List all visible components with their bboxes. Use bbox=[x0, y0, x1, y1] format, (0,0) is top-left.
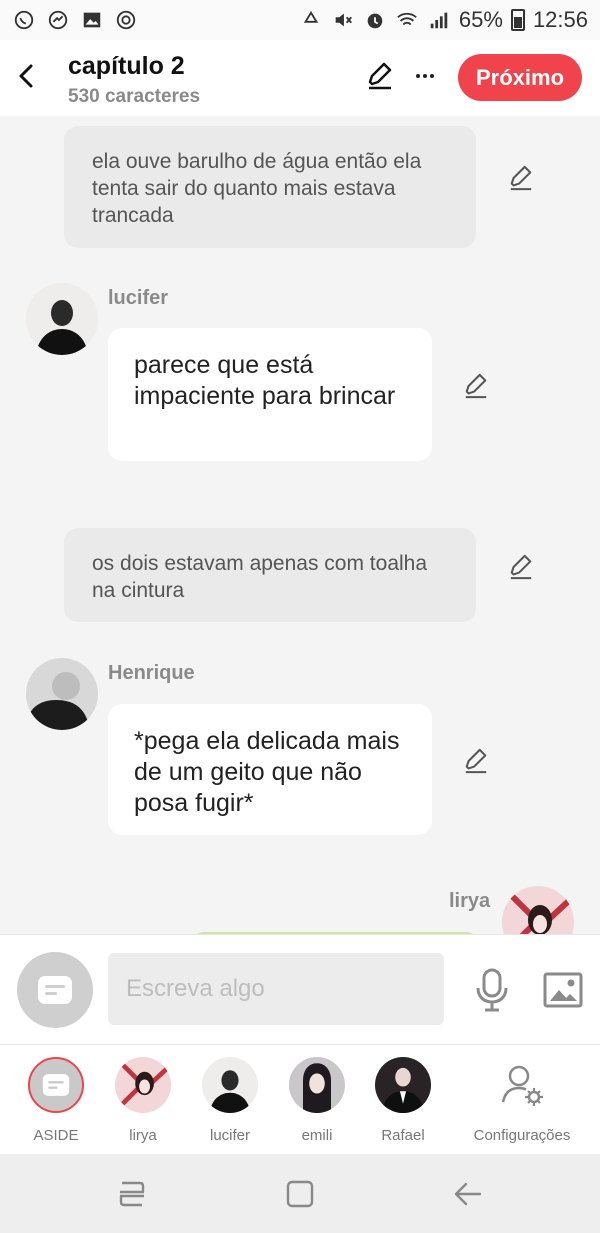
settings-button[interactable]: Configurações bbox=[472, 1057, 572, 1144]
character-label: lirya bbox=[129, 1127, 157, 1144]
message-input[interactable] bbox=[108, 953, 444, 1025]
narration-bubble[interactable]: ela ouve barulho de água então ela tenta… bbox=[64, 126, 476, 248]
chat-area[interactable]: ela ouve barulho de água então ela tenta… bbox=[0, 116, 600, 934]
character-portrait bbox=[26, 658, 98, 730]
character-portrait bbox=[502, 886, 574, 934]
battery-percent: 65% bbox=[458, 7, 503, 32]
aside-toggle-button[interactable] bbox=[17, 952, 93, 1028]
avatar-lucifer[interactable] bbox=[26, 283, 98, 355]
character-selector: ASIDE lirya lucifer emili Rafael Configu… bbox=[0, 1044, 600, 1154]
character-label: ASIDE bbox=[33, 1127, 79, 1144]
back-arrow-icon bbox=[454, 1182, 482, 1206]
microphone-icon bbox=[476, 968, 508, 1012]
character-label: lucifer bbox=[209, 1127, 250, 1144]
image-icon bbox=[543, 972, 583, 1008]
avatar bbox=[375, 1057, 431, 1113]
pencil-icon bbox=[368, 62, 392, 90]
dot-icon bbox=[423, 74, 427, 78]
microphone-button[interactable] bbox=[472, 967, 512, 1013]
aside-avatar bbox=[28, 1057, 84, 1113]
clock: 12:56 bbox=[532, 7, 588, 32]
settings-user-gear-icon bbox=[494, 1057, 550, 1113]
avatar-henrique[interactable] bbox=[26, 658, 98, 730]
messenger-icon bbox=[46, 8, 70, 32]
home-button[interactable] bbox=[280, 1176, 320, 1212]
gallery-icon bbox=[80, 8, 104, 32]
home-icon bbox=[286, 1180, 314, 1208]
whatsapp-icon bbox=[12, 8, 36, 32]
edit-title-button[interactable] bbox=[364, 60, 396, 92]
system-nav-bar bbox=[0, 1154, 600, 1233]
edit-message-button[interactable] bbox=[462, 747, 490, 775]
avatar bbox=[289, 1057, 345, 1113]
nav-back-button[interactable] bbox=[448, 1176, 488, 1212]
chevron-left-icon bbox=[19, 64, 33, 88]
character-label: Rafael bbox=[381, 1127, 425, 1144]
pencil-icon bbox=[510, 554, 532, 580]
dot-icon bbox=[430, 74, 434, 78]
avatar-lirya[interactable] bbox=[502, 886, 574, 934]
status-bar: 65% 12:56 bbox=[0, 0, 600, 40]
recent-apps-button[interactable] bbox=[112, 1176, 152, 1212]
next-button[interactable]: Próximo bbox=[458, 54, 582, 101]
edit-message-button[interactable] bbox=[462, 372, 490, 400]
back-button[interactable] bbox=[12, 58, 42, 94]
character-count: 530 caracteres bbox=[68, 86, 201, 107]
pencil-icon bbox=[465, 373, 487, 399]
page-title: capítulo 2 bbox=[68, 52, 185, 80]
sync-icon bbox=[114, 8, 138, 32]
avatar bbox=[202, 1057, 258, 1113]
pencil-icon bbox=[510, 165, 532, 191]
character-name: lucifer bbox=[108, 287, 169, 309]
recycle-icon bbox=[299, 8, 323, 32]
recent-apps-icon bbox=[119, 1181, 145, 1207]
character-name: lirya bbox=[449, 890, 491, 912]
edit-message-button[interactable] bbox=[507, 164, 535, 192]
chapter-header: capítulo 2 530 caracteres Próximo bbox=[0, 40, 600, 116]
character-bubble[interactable]: *pega ela delicada mais de um geito que … bbox=[108, 704, 432, 835]
more-options-button[interactable] bbox=[410, 60, 440, 92]
character-label: Configurações bbox=[473, 1127, 571, 1144]
battery-icon bbox=[510, 9, 525, 31]
attach-image-button[interactable] bbox=[540, 969, 586, 1011]
character-lucifer[interactable]: lucifer bbox=[187, 1057, 273, 1144]
character-bubble[interactable]: parece que está impaciente para brincar bbox=[108, 328, 432, 461]
character-name: Henrique bbox=[108, 662, 195, 684]
wifi-icon bbox=[395, 8, 419, 32]
character-label: emili bbox=[301, 1127, 333, 1144]
message-bubble-icon bbox=[42, 1074, 70, 1096]
narration-bubble[interactable]: os dois estavam apenas com toalha na cin… bbox=[64, 528, 476, 622]
character-rafael[interactable]: Rafael bbox=[360, 1057, 446, 1144]
mute-icon bbox=[331, 8, 355, 32]
character-lirya[interactable]: lirya bbox=[100, 1057, 186, 1144]
character-aside[interactable]: ASIDE bbox=[13, 1057, 99, 1144]
dot-icon bbox=[416, 74, 420, 78]
avatar bbox=[115, 1057, 171, 1113]
character-emili[interactable]: emili bbox=[274, 1057, 360, 1144]
pencil-icon bbox=[465, 748, 487, 774]
character-portrait bbox=[26, 283, 98, 355]
message-bubble-icon bbox=[38, 976, 72, 1004]
signal-icon bbox=[427, 8, 451, 32]
alarm-icon bbox=[363, 8, 387, 32]
edit-message-button[interactable] bbox=[507, 553, 535, 581]
input-bar bbox=[0, 934, 600, 1044]
